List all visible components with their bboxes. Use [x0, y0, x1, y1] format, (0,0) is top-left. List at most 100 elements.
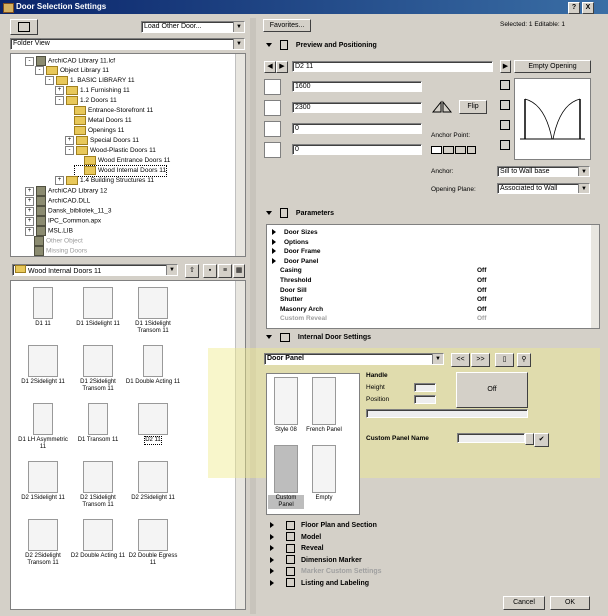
sill-height-field[interactable]: 0 — [292, 123, 422, 134]
expand-icon[interactable]: + — [25, 226, 34, 236]
tree-item[interactable]: +1.4 Building Structures 11 — [55, 176, 154, 186]
expand-icon[interactable]: + — [55, 176, 64, 185]
tree-item[interactable]: Openings 11 — [65, 126, 124, 136]
parameter-row[interactable]: Options — [272, 238, 588, 247]
confirm-button[interactable]: ✔ — [534, 433, 549, 447]
panel-style-item[interactable]: Style 08 — [268, 377, 304, 434]
view-mode-dropdown[interactable]: Folder View ▼ — [10, 38, 245, 50]
collapse-icon[interactable]: - — [25, 56, 34, 66]
close-button[interactable]: X — [582, 2, 594, 14]
load-other-door-dropdown[interactable]: Load Other Door... ▼ — [141, 21, 245, 33]
section-header[interactable]: Dimension Marker — [266, 555, 606, 566]
internal-door-settings-header[interactable]: Internal Door Settings — [260, 332, 598, 344]
height-field[interactable]: 2300 — [292, 102, 422, 113]
tree-item[interactable]: +1.1 Furnishing 11 — [55, 86, 130, 96]
folder-up-button[interactable]: ⇧ — [185, 264, 199, 278]
prev-door-button[interactable]: ◀ — [264, 61, 276, 73]
3d-view-icon[interactable] — [500, 80, 510, 90]
offset-field[interactable]: 0 — [292, 144, 422, 155]
tree-item[interactable]: + MSL.LIB — [25, 226, 73, 236]
door-thumbnail[interactable]: D1 2Sidelight Transom 11 — [70, 345, 126, 393]
door-thumbnail[interactable]: D2 Double Acting 11 — [70, 519, 126, 560]
handle-option-field[interactable] — [366, 409, 528, 418]
large-icons-button[interactable]: ▦ — [233, 264, 245, 278]
view-toggle-button[interactable] — [10, 19, 38, 35]
section-header[interactable]: Listing and Labeling — [266, 578, 606, 589]
favorites-button[interactable]: Favorites... — [263, 19, 311, 32]
door-thumbnail[interactable]: D1 Double Acting 11 — [125, 345, 181, 386]
parameters-scrollbar[interactable] — [591, 225, 599, 328]
tree-item[interactable]: + ArchiCAD Library 12 — [25, 186, 107, 196]
tree-scrollbar[interactable] — [235, 54, 245, 256]
list-view-button[interactable]: ≡ — [218, 264, 232, 278]
section-header[interactable]: Model — [266, 532, 606, 543]
cancel-button[interactable]: Cancel — [503, 596, 545, 610]
folder-select-dropdown[interactable]: Wood Internal Doors 11 ▼ — [12, 264, 178, 276]
door-thumbnail[interactable]: D1 11 — [15, 287, 71, 328]
door-name-field[interactable]: D2 11 — [292, 61, 493, 72]
view-mode-column[interactable] — [500, 80, 510, 160]
next-page-button[interactable]: >> — [471, 353, 490, 367]
pane-splitter[interactable] — [250, 18, 256, 614]
panel-style-item[interactable]: French Panel — [306, 377, 342, 434]
parameter-row[interactable]: Custom Reveal Off — [272, 314, 588, 323]
custom-panel-pick-button[interactable] — [525, 433, 534, 445]
collapse-icon[interactable]: - — [55, 96, 64, 105]
door-thumbnail[interactable]: D2 Double Egress 11 — [125, 519, 181, 567]
door-thumbnail[interactable]: D1 1Sidelight Transom 11 — [125, 287, 181, 335]
parameter-row[interactable]: Casing Off — [272, 266, 588, 275]
collapse-icon[interactable]: - — [35, 66, 44, 75]
tree-item[interactable]: - Wood-Plastic Doors 11 — [65, 146, 156, 156]
panel-style-item[interactable]: Custom Panel — [268, 445, 304, 509]
forward-icon[interactable]: ▶ — [500, 60, 511, 73]
parameter-row[interactable]: Door Panel — [272, 257, 588, 266]
parameter-row[interactable]: Shutter Off — [272, 295, 588, 304]
preview-section-header[interactable]: Preview and Positioning — [260, 40, 598, 52]
expand-icon[interactable]: + — [25, 196, 34, 206]
anchor-right-icon[interactable] — [467, 146, 476, 154]
tree-item[interactable]: + IPC_Common.apx — [25, 216, 101, 226]
section-header[interactable]: Marker Custom Settings — [266, 566, 606, 577]
parameter-row[interactable]: Door Sill Off — [272, 286, 588, 295]
small-icons-button[interactable]: ▪ — [203, 264, 217, 278]
expand-icon[interactable] — [272, 248, 284, 255]
tree-item[interactable]: Wood Entrance Doors 11 — [75, 156, 170, 166]
section-header[interactable]: Reveal — [266, 543, 606, 554]
opening-plane-dropdown[interactable]: Associated to Wall ▼ — [497, 183, 590, 194]
door-thumbnail[interactable]: D2 1Sidelight Transom 11 — [70, 461, 126, 509]
handle-position-field[interactable] — [414, 395, 436, 404]
tree-item[interactable]: Entrance-Storefront 11 — [65, 106, 153, 116]
handle-height-field[interactable] — [414, 383, 436, 392]
tree-item[interactable]: Wood Internal Doors 11 — [73, 165, 168, 177]
parameter-row[interactable]: Door Sizes — [272, 228, 588, 237]
door-thumbnail[interactable]: D2 11 — [125, 403, 181, 445]
parameters-section-header[interactable]: Parameters — [260, 208, 598, 220]
parameter-row[interactable]: Threshold Off — [272, 276, 588, 285]
door-thumbnail[interactable]: D2 1Sidelight 11 — [15, 461, 71, 502]
expand-icon[interactable]: + — [65, 136, 74, 145]
section-icon[interactable] — [500, 140, 510, 150]
empty-opening-button[interactable]: Empty Opening — [514, 60, 591, 73]
door-thumbnail[interactable]: D1 Transom 11 — [70, 403, 126, 444]
tree-item[interactable]: Missing Doors — [25, 246, 87, 256]
door-thumbnail[interactable]: D1 LH Asymmetric 11 — [15, 403, 71, 451]
door-thumbnail[interactable]: D2 2Sidelight Transom 11 — [15, 519, 71, 567]
tree-item[interactable]: + Dansk_bibliotek_11_3 — [25, 206, 111, 216]
tree-item[interactable]: - ArchiCAD Library 11.lcf — [25, 56, 115, 66]
door-thumbnail[interactable]: D2 2Sidelight 11 — [125, 461, 181, 502]
anchor-point-selector[interactable] — [431, 145, 476, 154]
expand-icon[interactable] — [272, 258, 284, 265]
expand-icon[interactable]: + — [25, 206, 34, 216]
collapse-icon[interactable]: - — [65, 146, 74, 155]
help-button[interactable]: ? — [568, 2, 580, 14]
tree-item[interactable]: + ArchiCAD.DLL — [25, 196, 90, 206]
tree-item[interactable]: Other Object — [25, 236, 83, 246]
folder-tree[interactable]: - ArchiCAD Library 11.lcf - Object Library … — [10, 53, 246, 257]
ok-button[interactable]: OK — [550, 596, 590, 610]
expand-icon[interactable] — [272, 238, 284, 245]
custom-panel-name-field[interactable] — [457, 433, 525, 443]
expand-icon[interactable]: + — [25, 216, 34, 226]
tree-item[interactable]: + Special Doors 11 — [65, 136, 139, 146]
flip-button[interactable]: Flip — [459, 100, 487, 114]
expand-icon[interactable]: + — [55, 86, 64, 95]
